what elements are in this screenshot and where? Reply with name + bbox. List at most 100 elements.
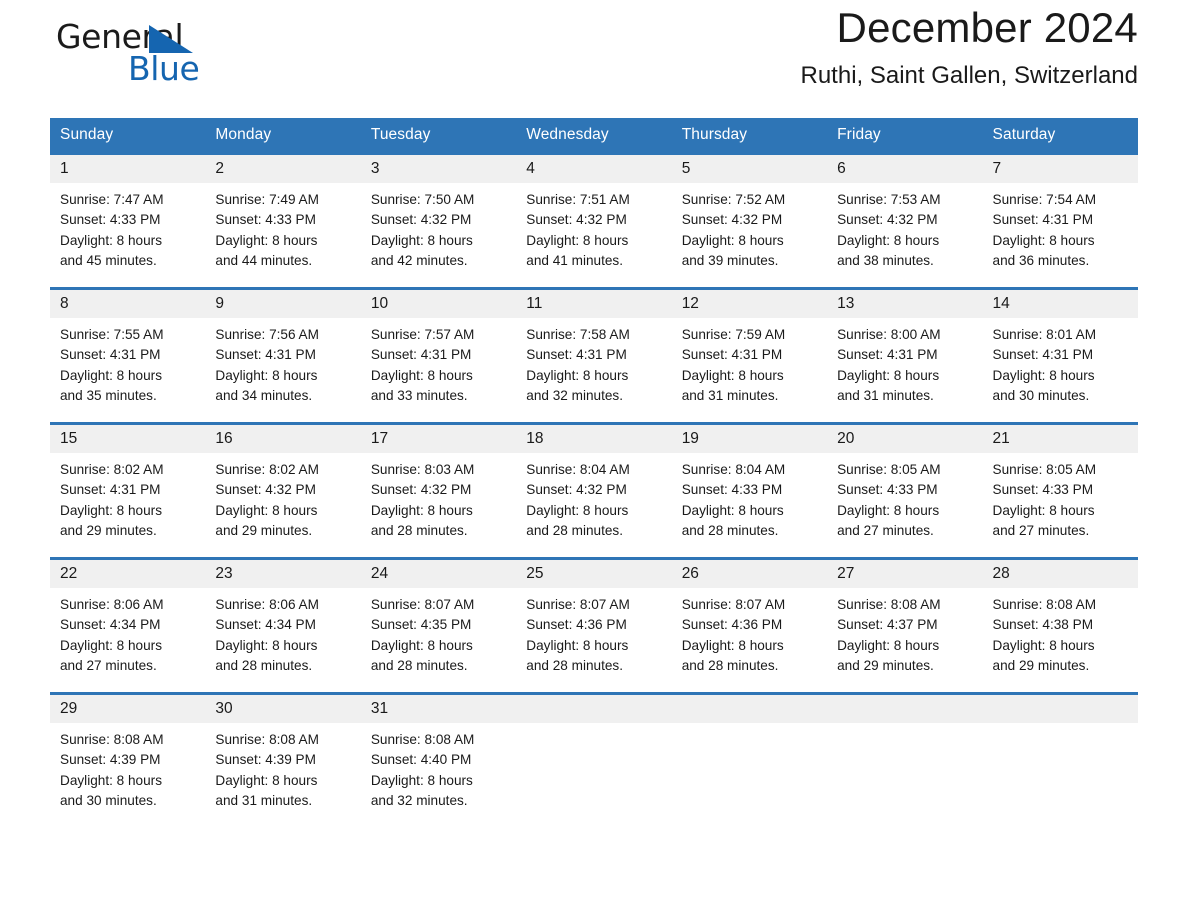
daylight-duration-line2: and 31 minutes. bbox=[215, 792, 313, 808]
day-number: 20 bbox=[827, 425, 983, 453]
daylight-duration-line2: and 29 minutes. bbox=[215, 522, 313, 538]
daylight-duration-line2: and 34 minutes. bbox=[215, 387, 313, 403]
calendar-day-cell[interactable]: 5 Sunrise: 7:52 AM Sunset: 4:32 PM Daylight… bbox=[671, 152, 828, 289]
day-details: Sunrise: 7:59 AM Sunset: 4:31 PM Daylight:… bbox=[672, 318, 827, 406]
day-number: 18 bbox=[516, 425, 672, 453]
day-cell-content: 29 Sunrise: 8:08 AM Sunset: 4:39 PM Dayligh… bbox=[50, 695, 206, 824]
calendar-day-cell[interactable]: 15 Sunrise: 8:02 AM Sunset: 4:31 PM Dayligh… bbox=[50, 422, 206, 559]
calendar-day-cell[interactable]: 22 Sunrise: 8:06 AM Sunset: 4:34 PM Dayligh… bbox=[50, 557, 206, 694]
day-number: 2 bbox=[205, 155, 361, 183]
day-number bbox=[671, 695, 828, 723]
calendar-day-cell[interactable]: 25 Sunrise: 8:07 AM Sunset: 4:36 PM Dayligh… bbox=[516, 557, 672, 694]
daylight-duration-line2: and 30 minutes. bbox=[60, 792, 157, 808]
calendar-day-cell[interactable]: 3 Sunrise: 7:50 AM Sunset: 4:32 PM Daylight… bbox=[360, 152, 517, 289]
weekday-header-friday: Friday bbox=[827, 118, 983, 154]
daylight-duration-line2: and 28 minutes. bbox=[370, 657, 468, 673]
day-cell-content: 1 Sunrise: 7:47 AM Sunset: 4:33 PM Daylight… bbox=[50, 155, 206, 287]
day-details: Sunrise: 8:05 AM Sunset: 4:33 PM Daylight:… bbox=[827, 453, 982, 541]
calendar-day-cell bbox=[671, 692, 828, 824]
day-cell-content: 6 Sunrise: 7:53 AM Sunset: 4:32 PM Daylight… bbox=[827, 155, 983, 287]
day-cell-content: 26 Sunrise: 8:07 AM Sunset: 4:36 PM Dayligh… bbox=[671, 560, 828, 692]
sunrise-time: Sunrise: 7:59 AM bbox=[681, 327, 786, 342]
daylight-duration-line2: and 41 minutes. bbox=[526, 252, 623, 268]
day-cell-content: 28 Sunrise: 8:08 AM Sunset: 4:38 PM Dayligh… bbox=[982, 560, 1138, 692]
calendar-day-cell[interactable]: 27 Sunrise: 8:08 AM Sunset: 4:37 PM Dayligh… bbox=[827, 557, 983, 694]
calendar-day-cell[interactable]: 21 Sunrise: 8:05 AM Sunset: 4:33 PM Dayligh… bbox=[982, 422, 1138, 559]
calendar-day-cell[interactable]: 7 Sunrise: 7:54 AM Sunset: 4:31 PM Daylight… bbox=[982, 152, 1138, 289]
calendar-day-cell[interactable]: 13 Sunrise: 8:00 AM Sunset: 4:31 PM Dayligh… bbox=[827, 287, 983, 424]
day-number: 28 bbox=[982, 560, 1138, 588]
sunrise-time: Sunrise: 7:50 AM bbox=[370, 192, 475, 207]
day-cell-content: 31 Sunrise: 8:08 AM Sunset: 4:40 PM Dayligh… bbox=[360, 695, 517, 824]
day-cell-content: 18 Sunrise: 8:04 AM Sunset: 4:32 PM Dayligh… bbox=[516, 425, 672, 557]
calendar-day-cell[interactable]: 24 Sunrise: 8:07 AM Sunset: 4:35 PM Dayligh… bbox=[360, 557, 517, 694]
calendar-day-cell[interactable]: 1 Sunrise: 7:47 AM Sunset: 4:33 PM Daylight… bbox=[50, 152, 206, 289]
calendar-day-cell[interactable]: 8 Sunrise: 7:55 AM Sunset: 4:31 PM Daylight… bbox=[50, 287, 206, 424]
day-number: 1 bbox=[50, 155, 206, 183]
calendar-day-cell[interactable]: 18 Sunrise: 8:04 AM Sunset: 4:32 PM Dayligh… bbox=[516, 422, 672, 559]
day-details: Sunrise: 7:54 AM Sunset: 4:31 PM Daylight:… bbox=[983, 183, 1138, 271]
day-details: Sunrise: 8:00 AM Sunset: 4:31 PM Daylight:… bbox=[827, 318, 982, 406]
day-details: Sunrise: 8:08 AM Sunset: 4:39 PM Daylight:… bbox=[50, 723, 205, 811]
daylight-duration-line2: and 28 minutes. bbox=[526, 522, 623, 538]
daylight-duration-line1: Daylight: 8 hours bbox=[526, 637, 629, 653]
sunrise-time: Sunrise: 8:06 AM bbox=[215, 597, 319, 612]
daylight-duration-line1: Daylight: 8 hours bbox=[992, 367, 1095, 383]
day-details: Sunrise: 7:49 AM Sunset: 4:33 PM Daylight:… bbox=[205, 183, 360, 271]
calendar-day-cell[interactable]: 19 Sunrise: 8:04 AM Sunset: 4:33 PM Dayligh… bbox=[671, 422, 828, 559]
generalblue-logo[interactable]: General Blue bbox=[50, 10, 270, 90]
calendar-day-cell[interactable]: 16 Sunrise: 8:02 AM Sunset: 4:32 PM Dayligh… bbox=[205, 422, 361, 559]
calendar-day-cell[interactable]: 23 Sunrise: 8:06 AM Sunset: 4:34 PM Dayligh… bbox=[205, 557, 361, 694]
day-details: Sunrise: 8:02 AM Sunset: 4:31 PM Daylight:… bbox=[50, 453, 205, 541]
calendar-day-cell[interactable]: 29 Sunrise: 8:08 AM Sunset: 4:39 PM Dayligh… bbox=[50, 692, 206, 824]
calendar-day-cell[interactable]: 4 Sunrise: 7:51 AM Sunset: 4:32 PM Daylight… bbox=[516, 152, 672, 289]
calendar-day-cell[interactable]: 12 Sunrise: 7:59 AM Sunset: 4:31 PM Dayligh… bbox=[671, 287, 828, 424]
calendar-day-cell[interactable]: 17 Sunrise: 8:03 AM Sunset: 4:32 PM Dayligh… bbox=[360, 422, 517, 559]
daylight-duration-line2: and 45 minutes. bbox=[60, 252, 157, 268]
day-cell-content bbox=[516, 695, 672, 824]
daylight-duration-line1: Daylight: 8 hours bbox=[60, 637, 163, 653]
sunrise-time: Sunrise: 8:02 AM bbox=[215, 462, 319, 477]
day-details: Sunrise: 8:04 AM Sunset: 4:32 PM Daylight:… bbox=[516, 453, 671, 541]
calendar-day-cell[interactable]: 9 Sunrise: 7:56 AM Sunset: 4:31 PM Daylight… bbox=[205, 287, 361, 424]
daylight-duration-line1: Daylight: 8 hours bbox=[60, 367, 163, 383]
calendar-day-cell[interactable]: 10 Sunrise: 7:57 AM Sunset: 4:31 PM Dayligh… bbox=[360, 287, 517, 424]
calendar-day-cell[interactable]: 6 Sunrise: 7:53 AM Sunset: 4:32 PM Daylight… bbox=[827, 152, 983, 289]
sunset-time: Sunset: 4:31 PM bbox=[992, 347, 1094, 363]
daylight-duration-line2: and 31 minutes. bbox=[681, 387, 779, 403]
day-cell-content: 5 Sunrise: 7:52 AM Sunset: 4:32 PM Daylight… bbox=[671, 155, 828, 287]
calendar-day-cell[interactable]: 30 Sunrise: 8:08 AM Sunset: 4:39 PM Dayligh… bbox=[205, 692, 361, 824]
daylight-duration-line1: Daylight: 8 hours bbox=[60, 502, 163, 518]
daylight-duration-line1: Daylight: 8 hours bbox=[370, 637, 473, 653]
calendar-day-cell[interactable]: 2 Sunrise: 7:49 AM Sunset: 4:33 PM Daylight… bbox=[205, 152, 361, 289]
daylight-duration-line1: Daylight: 8 hours bbox=[370, 232, 473, 248]
day-cell-content: 17 Sunrise: 8:03 AM Sunset: 4:32 PM Dayligh… bbox=[360, 425, 517, 557]
daylight-duration-line1: Daylight: 8 hours bbox=[215, 637, 318, 653]
daylight-duration-line1: Daylight: 8 hours bbox=[215, 502, 318, 518]
day-details: Sunrise: 8:07 AM Sunset: 4:36 PM Daylight:… bbox=[672, 588, 827, 676]
day-cell-content: 24 Sunrise: 8:07 AM Sunset: 4:35 PM Dayligh… bbox=[360, 560, 517, 692]
sunrise-time: Sunrise: 8:04 AM bbox=[681, 462, 786, 477]
sunrise-time: Sunrise: 8:01 AM bbox=[992, 327, 1097, 342]
calendar-day-cell[interactable]: 26 Sunrise: 8:07 AM Sunset: 4:36 PM Dayligh… bbox=[671, 557, 828, 694]
sunrise-time: Sunrise: 8:03 AM bbox=[370, 462, 475, 477]
day-details: Sunrise: 8:08 AM Sunset: 4:38 PM Daylight:… bbox=[983, 588, 1138, 676]
day-number: 6 bbox=[827, 155, 983, 183]
sunrise-time: Sunrise: 7:49 AM bbox=[215, 192, 319, 207]
sunset-time: Sunset: 4:32 PM bbox=[681, 212, 783, 228]
calendar-day-cell[interactable]: 14 Sunrise: 8:01 AM Sunset: 4:31 PM Dayligh… bbox=[982, 287, 1138, 424]
day-number: 9 bbox=[205, 290, 361, 318]
daylight-duration-line2: and 28 minutes. bbox=[370, 522, 468, 538]
day-details: Sunrise: 7:55 AM Sunset: 4:31 PM Daylight:… bbox=[50, 318, 205, 406]
calendar-day-cell[interactable]: 20 Sunrise: 8:05 AM Sunset: 4:33 PM Dayligh… bbox=[827, 422, 983, 559]
calendar-day-cell[interactable]: 31 Sunrise: 8:08 AM Sunset: 4:40 PM Dayligh… bbox=[360, 692, 517, 824]
day-number: 11 bbox=[516, 290, 672, 318]
daylight-duration-line2: and 33 minutes. bbox=[370, 387, 468, 403]
calendar-day-cell[interactable]: 28 Sunrise: 8:08 AM Sunset: 4:38 PM Dayligh… bbox=[982, 557, 1138, 694]
daylight-duration-line2: and 28 minutes. bbox=[215, 657, 313, 673]
daylight-duration-line1: Daylight: 8 hours bbox=[370, 367, 473, 383]
calendar-day-cell[interactable]: 11 Sunrise: 7:58 AM Sunset: 4:31 PM Dayligh… bbox=[516, 287, 672, 424]
day-cell-content: 11 Sunrise: 7:58 AM Sunset: 4:31 PM Dayligh… bbox=[516, 290, 672, 422]
day-cell-content: 9 Sunrise: 7:56 AM Sunset: 4:31 PM Daylight… bbox=[205, 290, 361, 422]
sunrise-time: Sunrise: 8:00 AM bbox=[837, 327, 941, 342]
